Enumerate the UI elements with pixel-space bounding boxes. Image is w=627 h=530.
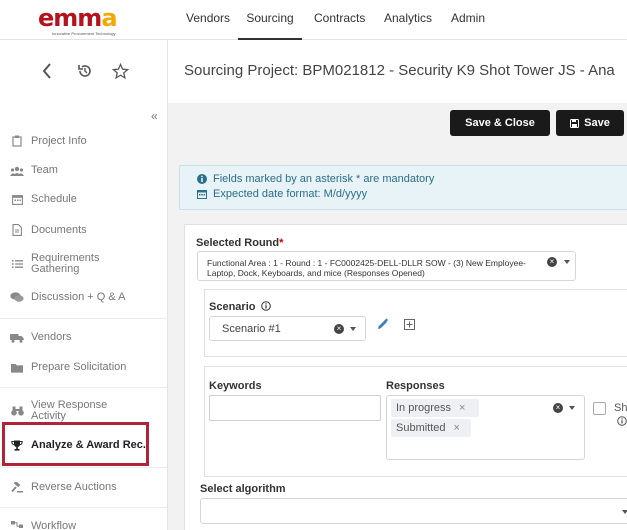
sidebar-divider — [0, 507, 168, 508]
sidebar-item-label: View Response Activity — [31, 399, 108, 422]
calendar-icon — [196, 189, 208, 199]
sidebar-item-team[interactable]: Team — [0, 165, 168, 176]
sidebar-item-reverse-auctions[interactable]: Reverse Auctions — [0, 482, 168, 493]
sidebar-divider — [0, 318, 168, 319]
list-icon — [10, 259, 24, 269]
analyze-award-highlight — [2, 422, 149, 466]
sidebar-item-requirements[interactable]: Requirements Gathering — [0, 253, 168, 275]
sidebar-item-prepare-solicitation[interactable]: Prepare Solicitation — [0, 362, 168, 373]
show-checkbox-label: Sh — [614, 402, 627, 414]
save-close-button[interactable]: Save & Close — [450, 110, 550, 136]
response-tag-submitted: Submitted × — [391, 419, 471, 437]
folder-icon — [10, 363, 24, 373]
selected-round-select[interactable]: Functional Area : 1 - Round : 1 - FC0002… — [197, 251, 576, 281]
mandatory-info-line: Fields marked by an asterisk * are manda… — [196, 173, 434, 185]
select-algorithm-dropdown[interactable] — [200, 498, 627, 524]
mandatory-text: Fields marked by an asterisk * are manda… — [213, 173, 435, 185]
sidebar-item-schedule[interactable]: Schedule — [0, 194, 168, 205]
clear-responses-icon[interactable]: × — [553, 403, 563, 413]
scenario-label: Scenario — [209, 301, 271, 313]
clear-scenario-icon[interactable]: × — [334, 324, 344, 334]
chevron-down-icon[interactable] — [564, 260, 570, 264]
workflow-icon — [10, 521, 24, 530]
clear-round-icon[interactable]: × — [547, 257, 557, 267]
sidebar-item-project-info[interactable]: Project Info — [0, 135, 168, 147]
sidebar-item-label: Project Info — [31, 134, 87, 147]
sidebar-item-label: Requirements Gathering — [31, 252, 100, 275]
header-divider — [167, 40, 168, 103]
save-button[interactable]: Save — [556, 110, 624, 136]
gavel-icon — [10, 482, 24, 493]
scenario-value: Scenario #1 — [222, 323, 281, 335]
users-icon — [10, 166, 24, 176]
back-icon[interactable] — [36, 60, 58, 82]
selected-round-label: Selected Round* — [196, 237, 284, 249]
comments-icon — [10, 292, 24, 303]
remove-tag-icon[interactable]: × — [454, 422, 460, 434]
nav-vendors[interactable]: Vendors — [186, 0, 230, 40]
show-checkbox[interactable] — [593, 402, 606, 415]
sidebar-item-label: Discussion + Q & A — [31, 291, 126, 303]
chevron-down-icon[interactable] — [569, 406, 575, 410]
sidebar-item-label: Reverse Auctions — [31, 481, 117, 493]
sidebar-item-view-response-activity[interactable]: View Response Activity — [0, 400, 168, 422]
top-nav: emma Innovative Procurement Technology V… — [0, 0, 627, 40]
info-circle-icon — [196, 174, 208, 184]
remove-tag-icon[interactable]: × — [459, 402, 465, 414]
sidebar-divider — [0, 467, 168, 468]
star-icon[interactable] — [109, 60, 131, 82]
logo-text: emma — [38, 4, 118, 32]
chevron-down-icon[interactable] — [350, 327, 356, 331]
truck-icon — [10, 333, 24, 343]
info-banner: Fields marked by an asterisk * are manda… — [179, 165, 627, 210]
logo-tagline: Innovative Procurement Technology — [52, 31, 116, 36]
history-icon[interactable] — [74, 60, 96, 82]
nav-contracts[interactable]: Contracts — [314, 0, 365, 40]
nav-admin[interactable]: Admin — [451, 0, 485, 40]
sidebar-item-discussion[interactable]: Discussion + Q & A — [0, 292, 168, 303]
project-header: Sourcing Project: BPM021812 - Security K… — [0, 40, 627, 103]
sidebar-item-vendors[interactable]: Vendors — [0, 332, 168, 343]
sidebar-divider — [0, 387, 168, 388]
sidebar-item-label: Documents — [31, 223, 87, 236]
selected-round-value: Functional Area : 1 - Round : 1 - FC0002… — [207, 258, 526, 278]
sidebar-item-label: Vendors — [31, 331, 72, 343]
select-algorithm-label: Select algorithm — [200, 483, 286, 495]
info-circle-icon[interactable] — [260, 301, 271, 311]
date-format-text: Expected date format: M/d/yyyy — [213, 188, 368, 200]
info-circle-icon[interactable] — [617, 415, 627, 429]
nav-sourcing[interactable]: Sourcing — [238, 0, 302, 40]
sidebar-item-label: Workflow — [31, 520, 77, 530]
sidebar-item-label: Prepare Solicitation — [31, 361, 127, 373]
keywords-label: Keywords — [209, 380, 262, 392]
nav-analytics[interactable]: Analytics — [384, 0, 432, 40]
date-format-info-line: Expected date format: M/d/yyyy — [196, 188, 367, 200]
sidebar-item-label: Team — [31, 164, 58, 176]
responses-label: Responses — [386, 380, 445, 392]
binoculars-icon — [10, 406, 24, 416]
responses-multiselect[interactable]: In progress × Submitted × × — [386, 395, 585, 460]
clipboard-icon — [10, 135, 24, 147]
sidebar-item-documents[interactable]: Documents — [0, 224, 168, 236]
calendar-icon — [10, 194, 24, 205]
emma-logo[interactable]: emma Innovative Procurement Technology — [38, 4, 126, 36]
sidebar-item-label: Schedule — [31, 193, 77, 205]
keywords-input[interactable] — [209, 395, 381, 421]
save-button-label: Save — [584, 117, 610, 129]
scenario-select[interactable]: Scenario #1 × — [209, 316, 366, 341]
response-tag-in-progress: In progress × — [391, 399, 479, 417]
document-icon — [10, 224, 24, 236]
floppy-icon — [570, 118, 580, 128]
add-scenario-icon[interactable] — [404, 319, 415, 333]
chevron-down-icon[interactable] — [622, 510, 627, 514]
sidebar-item-workflow[interactable]: Workflow — [0, 521, 168, 530]
collapse-sidebar-icon[interactable]: « — [151, 109, 158, 123]
pencil-icon[interactable] — [376, 318, 389, 334]
page-title: Sourcing Project: BPM021812 - Security K… — [184, 62, 615, 79]
